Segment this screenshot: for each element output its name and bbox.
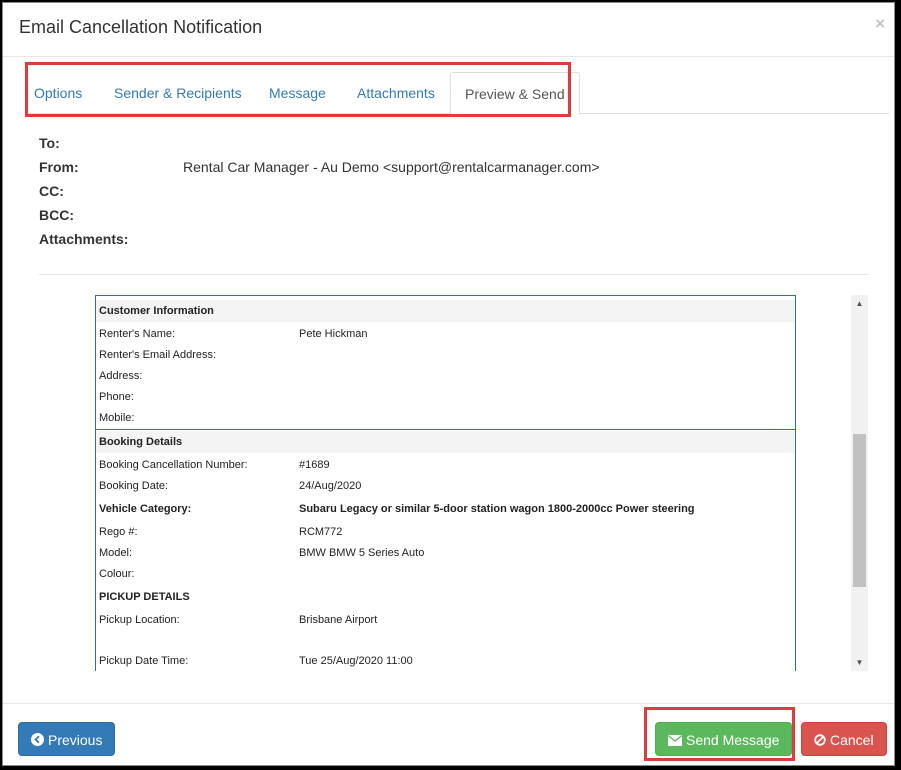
field-value: Subaru Legacy or similar 5-door station …	[299, 503, 695, 515]
tab-attachments[interactable]: Attachments	[357, 72, 435, 114]
field-value: Pete Hickman	[299, 328, 368, 340]
tab-preview-send[interactable]: Preview & Send	[450, 72, 580, 115]
field-label: Colour:	[99, 568, 135, 580]
preview-scrollbar[interactable]: ▲ ▼	[851, 295, 868, 671]
previous-label: Previous	[48, 732, 103, 748]
field-label: Vehicle Category:	[99, 503, 192, 515]
envelope-icon	[668, 724, 682, 758]
from-row: From: Rental Car Manager - Au Demo <supp…	[39, 159, 859, 183]
cc-row: CC:	[39, 183, 859, 207]
email-body-preview: Customer Information Renter's Name: Pete…	[95, 295, 796, 671]
list-item: Booking Date: 24/Aug/2020	[99, 480, 789, 496]
cc-label: CC:	[39, 183, 64, 199]
close-button[interactable]: ×	[875, 14, 885, 34]
send-message-button[interactable]: Send Message	[655, 722, 793, 758]
list-item: Mobile:	[99, 412, 789, 428]
pickup-section-title: PICKUP DETAILS	[99, 591, 789, 607]
modal-title: Email Cancellation Notification	[19, 17, 263, 37]
field-label: Booking Cancellation Number:	[99, 459, 248, 471]
send-message-label: Send Message	[686, 732, 780, 748]
list-item: Address:	[99, 370, 789, 386]
list-item: Pickup Location: Brisbane Airport	[99, 614, 789, 630]
tab-options[interactable]: Options	[34, 72, 82, 114]
email-header-fields: To: From: Rental Car Manager - Au Demo <…	[39, 135, 859, 255]
list-item: Renter's Email Address:	[99, 349, 789, 365]
field-label: Renter's Email Address:	[99, 349, 217, 361]
email-cancellation-modal: Email Cancellation Notification × Option…	[2, 2, 895, 766]
scroll-down-arrow-icon[interactable]: ▼	[851, 654, 868, 671]
list-item: Booking Cancellation Number: #1689	[99, 459, 789, 475]
attachments-row: Attachments:	[39, 231, 859, 255]
bcc-row: BCC:	[39, 207, 859, 231]
field-label: Pickup Date Time:	[99, 655, 189, 667]
attachments-label: Attachments:	[39, 231, 129, 247]
list-item: Pickup Date Time: Tue 25/Aug/2020 11:00	[99, 655, 789, 671]
to-row: To:	[39, 135, 859, 159]
divider	[39, 274, 868, 275]
list-item: Renter's Name: Pete Hickman	[99, 328, 789, 344]
field-value: Brisbane Airport	[299, 614, 378, 626]
field-label: Phone:	[99, 391, 134, 403]
section-divider	[96, 429, 795, 430]
to-label: To:	[39, 135, 60, 151]
tab-message[interactable]: Message	[269, 72, 326, 114]
scroll-thumb[interactable]	[853, 434, 866, 587]
scroll-up-arrow-icon[interactable]: ▲	[851, 295, 868, 312]
field-value: Tue 25/Aug/2020 11:00	[299, 655, 413, 667]
field-value: RCM772	[299, 526, 343, 538]
list-item: Model: BMW BMW 5 Series Auto	[99, 547, 789, 563]
booking-section-title: Booking Details	[96, 431, 795, 453]
ban-icon	[814, 724, 826, 758]
email-preview-pane[interactable]: Customer Information Renter's Name: Pete…	[89, 295, 867, 671]
customer-section-title: Customer Information	[96, 300, 795, 322]
field-label: Address:	[99, 370, 143, 382]
modal-header: Email Cancellation Notification ×	[3, 3, 894, 57]
modal-footer: Previous Send Message Cancel	[3, 703, 894, 767]
previous-button[interactable]: Previous	[18, 722, 116, 758]
tab-bar: Options Sender & Recipients Message Atta…	[26, 72, 889, 115]
list-item: Vehicle Category: Subaru Legacy or simil…	[99, 503, 789, 519]
list-item: Rego #: RCM772	[99, 526, 789, 542]
field-label: Model:	[99, 547, 133, 559]
field-label: Pickup Location:	[99, 614, 180, 626]
field-label: Rego #:	[99, 526, 138, 538]
arrow-circle-left-icon	[31, 724, 44, 758]
field-value: BMW BMW 5 Series Auto	[299, 547, 425, 559]
cancel-button[interactable]: Cancel	[801, 722, 887, 756]
list-item: Colour:	[99, 568, 789, 584]
from-label: From:	[39, 159, 79, 175]
cancel-label: Cancel	[830, 732, 874, 748]
field-label: Booking Date:	[99, 480, 169, 492]
bcc-label: BCC:	[39, 207, 74, 223]
from-value: Rental Car Manager - Au Demo <support@re…	[183, 159, 600, 175]
section-heading: PICKUP DETAILS	[99, 591, 190, 603]
tab-sender-recipients[interactable]: Sender & Recipients	[114, 72, 242, 114]
field-label: Renter's Name:	[99, 328, 176, 340]
field-value: 24/Aug/2020	[299, 480, 362, 492]
field-label: Mobile:	[99, 412, 135, 424]
field-value: #1689	[299, 459, 330, 471]
list-item: Phone:	[99, 391, 789, 407]
